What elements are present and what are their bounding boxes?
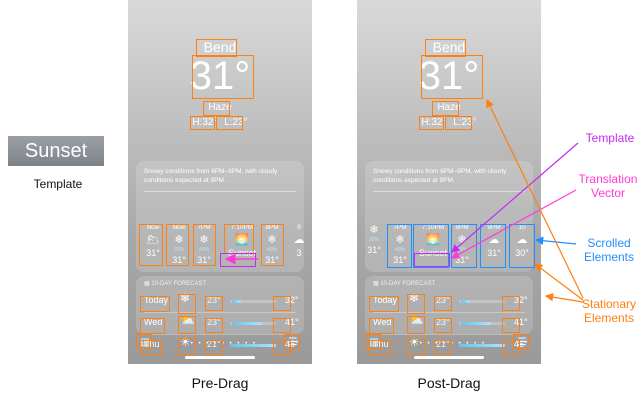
legend-template: Template — [585, 131, 635, 145]
stationary-arrow-top — [486, 98, 584, 299]
legend-scrolled: Scrolled Elements — [583, 236, 635, 264]
template-arrow — [451, 142, 579, 253]
post-drag-caption: Post-Drag — [417, 375, 481, 391]
pre-drag-caption: Pre-Drag — [191, 375, 249, 391]
legend-translation: Translation Vector — [578, 172, 638, 200]
legend-stationary: Stationary Elements — [581, 297, 637, 325]
translation-arrow — [450, 189, 577, 259]
arrows-overlay — [224, 98, 584, 303]
